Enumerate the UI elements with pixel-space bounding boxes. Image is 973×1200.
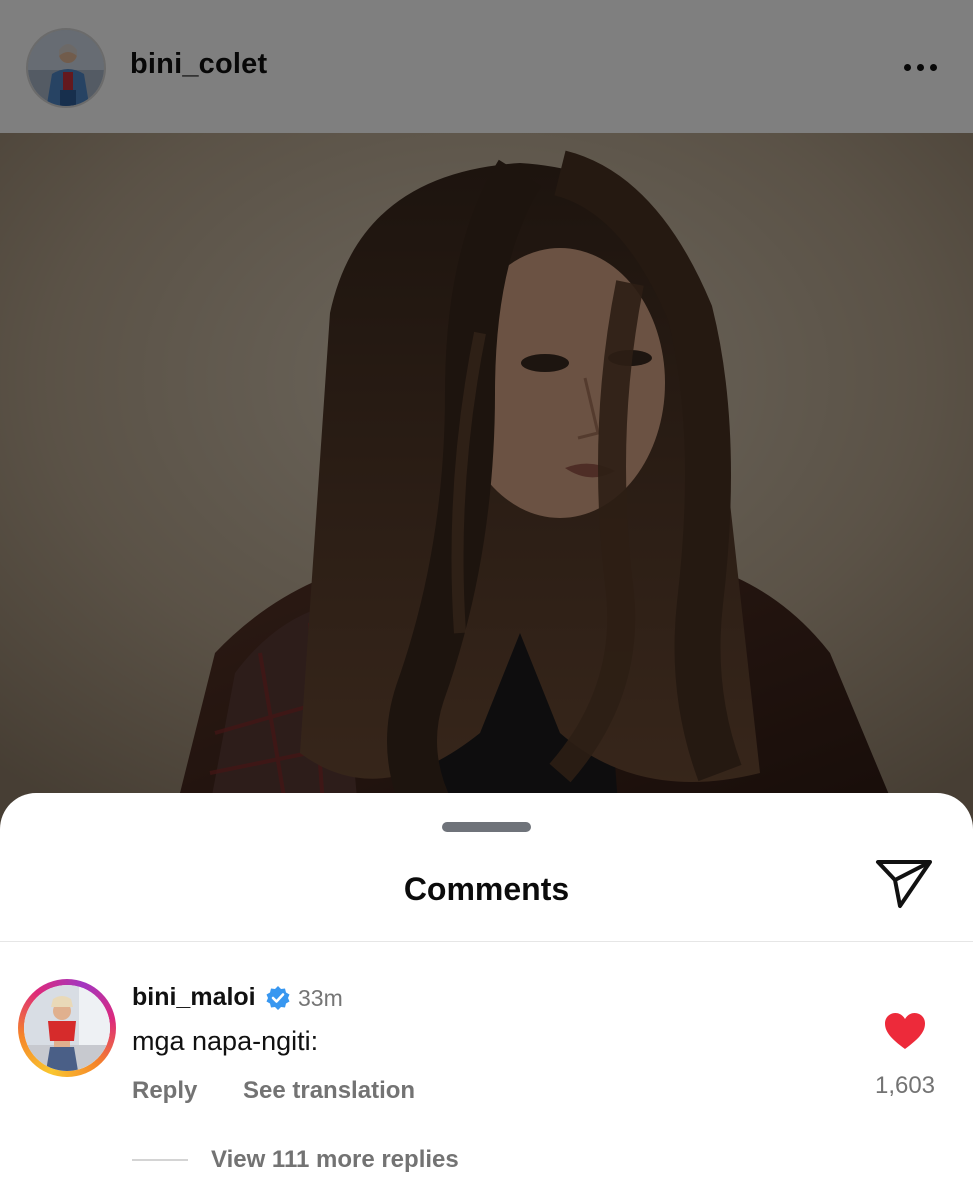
post-header: bini_colet bbox=[0, 0, 973, 133]
portrait-photo bbox=[0, 133, 973, 834]
instagram-post-screen: bini_colet Comments bini_maloi 33m mga n… bbox=[0, 0, 973, 1200]
see-translation-button[interactable]: See translation bbox=[243, 1077, 415, 1105]
sheet-divider bbox=[0, 941, 973, 942]
send-icon bbox=[876, 860, 932, 908]
commenter-avatar[interactable] bbox=[18, 979, 116, 1077]
post-author-avatar[interactable] bbox=[26, 28, 106, 108]
comment-timestamp: 33m bbox=[298, 985, 343, 1011]
heart-filled-icon bbox=[885, 1013, 925, 1049]
share-button[interactable] bbox=[872, 856, 936, 912]
comment-text: mga napa-ngiti: bbox=[132, 1026, 319, 1056]
replies-divider-line bbox=[132, 1159, 188, 1161]
comments-sheet: Comments bini_maloi 33m mga napa-ngiti: … bbox=[0, 793, 973, 1200]
more-dot-icon bbox=[929, 63, 937, 71]
sheet-title: Comments bbox=[403, 871, 570, 907]
reply-button[interactable]: Reply bbox=[132, 1077, 197, 1105]
like-button[interactable] bbox=[883, 1011, 927, 1051]
post-photo[interactable] bbox=[0, 133, 973, 834]
avatar-image bbox=[24, 985, 110, 1071]
commenter-avatar-image bbox=[24, 985, 110, 1071]
verified-badge-icon bbox=[265, 985, 291, 1011]
sheet-grabber-handle[interactable] bbox=[442, 822, 531, 832]
more-dot-icon bbox=[916, 63, 924, 71]
comment-username[interactable]: bini_maloi bbox=[132, 983, 256, 1012]
post-username[interactable]: bini_colet bbox=[130, 48, 267, 81]
avatar-image bbox=[28, 30, 104, 106]
like-count: 1,603 bbox=[874, 1072, 936, 1099]
view-more-replies-button[interactable]: View 111 more replies bbox=[211, 1146, 459, 1174]
more-dot-icon bbox=[903, 63, 911, 71]
more-options-button[interactable] bbox=[892, 52, 948, 82]
